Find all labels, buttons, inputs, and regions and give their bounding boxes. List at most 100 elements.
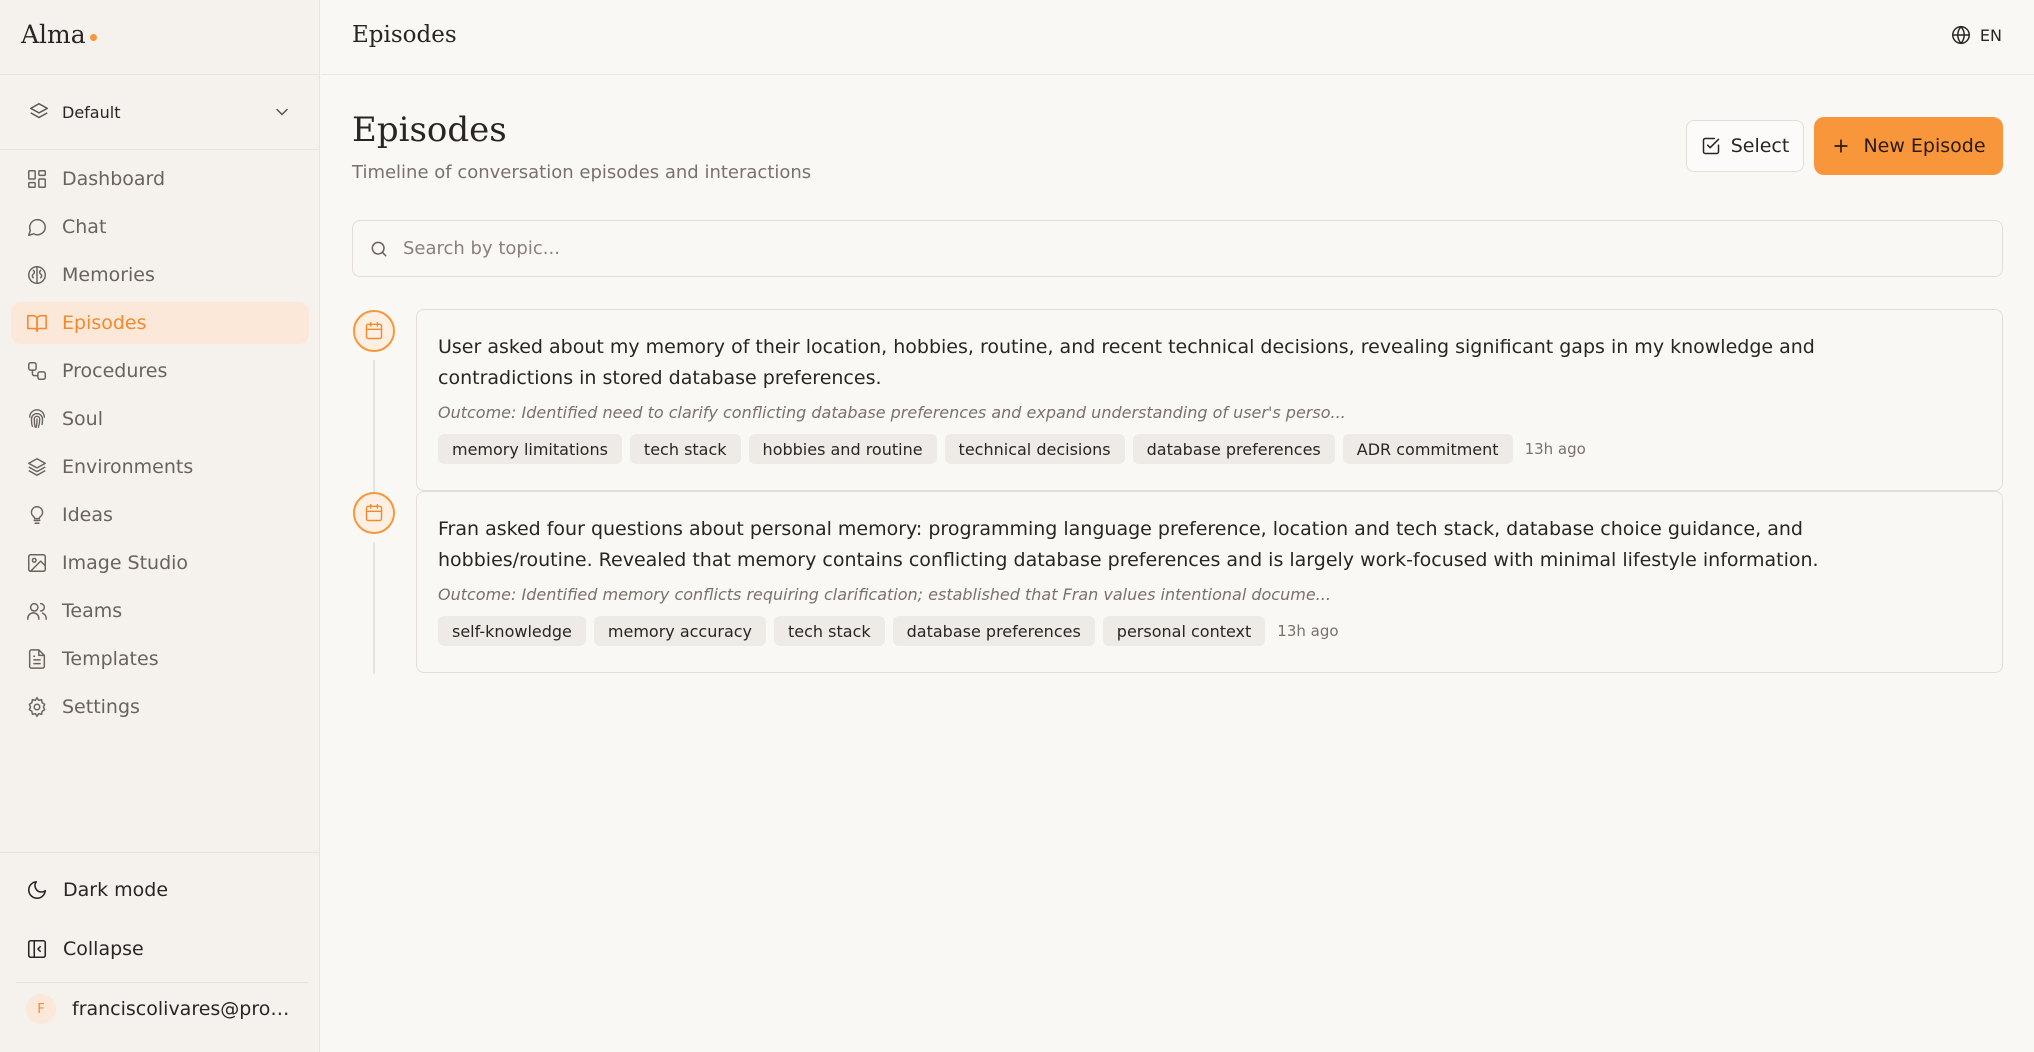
tag: memory limitations [438,434,622,464]
divider [0,149,320,150]
image-icon [28,554,46,572]
lightbulb-icon [30,506,44,524]
episode-card[interactable]: Fran asked four questions about personal… [416,491,2003,673]
logo-dot [89,34,97,41]
episode-outcome: Outcome: Identified need to clarify conf… [438,403,1346,422]
plus-icon [1834,139,1849,153]
language-switcher[interactable]: EN [1950,24,2002,46]
brain-icon [28,266,46,284]
collapse-button[interactable]: Collapse [16,927,306,971]
episode-tags: memory limitations tech stack hobbies an… [438,434,1980,464]
user-email: franciscolivares@proto... [72,998,296,1020]
gear-icon [28,696,46,718]
app-name: Alma [21,20,86,49]
moon-icon [28,880,47,899]
new-episode-button[interactable]: New Episode [1814,117,2003,175]
sidebar-item-episodes[interactable]: Episodes [11,302,309,344]
tag: personal context [1102,616,1266,646]
search-icon [371,241,387,256]
user-menu[interactable]: F franciscolivares@proto... [16,994,306,1024]
environment-label: Default [62,102,121,122]
tag: database preferences [892,616,1095,646]
book-icon [27,314,47,333]
panel-collapse-icon [27,939,47,959]
environment-selector[interactable]: Default [16,92,304,132]
tag: memory accuracy [593,616,767,646]
timeline-line [373,542,375,674]
sidebar-item-dashboard[interactable]: Dashboard [11,158,309,200]
sidebar-item-ideas[interactable]: Ideas [11,494,309,536]
workflow-icon [28,362,46,380]
checkbox-icon [1702,137,1719,155]
page-subtitle: Timeline of conversation episodes and in… [352,162,812,183]
episode-card[interactable]: User asked about my memory of their loca… [416,309,2003,491]
tag: ADR commitment [1342,434,1513,464]
search-bar[interactable] [352,220,2003,277]
collapse-label: Collapse [63,938,144,960]
app-logo[interactable]: Alma [21,20,97,49]
breadcrumb: Episodes [352,22,457,48]
sidebar-item-label: Ideas [62,504,113,526]
divider [0,74,320,75]
sidebar-item-label: Teams [62,600,123,622]
tag: database preferences [1132,434,1335,464]
sidebar-item-chat[interactable]: Chat [11,206,309,248]
file-text-icon [28,649,46,669]
divider [0,852,320,853]
sidebar-item-label: Soul [62,408,104,430]
tag: tech stack [774,616,885,646]
tag: hobbies and routine [748,434,937,464]
episode-timestamp: 13h ago [1524,440,1586,458]
sidebar-item-settings[interactable]: Settings [11,686,309,728]
episode-outcome: Outcome: Identified memory conflicts req… [438,585,1331,604]
sidebar-item-environments[interactable]: Environments [11,446,309,488]
sidebar-item-label: Chat [62,216,107,238]
sidebar-item-label: Settings [62,696,140,718]
calendar-icon [365,503,383,522]
sidebar-item-memories[interactable]: Memories [11,254,309,296]
page-title: Episodes [352,110,507,150]
tag: self-knowledge [438,616,586,646]
language-label: EN [1979,25,2002,45]
sidebar-item-label: Procedures [62,360,168,382]
dark-mode-toggle[interactable]: Dark mode [16,868,306,912]
episode-summary: Fran asked four questions about personal… [438,518,1819,571]
sidebar-item-label: Episodes [62,312,147,334]
timeline-line [373,360,375,492]
sidebar: Alma Default Dashboard Chat Memories Epi… [0,0,320,1052]
avatar: F [26,994,56,1024]
episode-summary: User asked about my memory of their loca… [438,336,1815,389]
select-button[interactable]: Select [1686,120,1804,172]
sidebar-item-label: Memories [62,264,155,286]
search-input[interactable] [403,238,1983,259]
sidebar-item-soul[interactable]: Soul [11,398,309,440]
divider [16,982,308,983]
chevron-down-icon [276,108,288,116]
sidebar-item-templates[interactable]: Templates [11,638,309,680]
sidebar-item-image-studio[interactable]: Image Studio [11,542,309,584]
users-icon [27,602,47,620]
timeline-marker [353,310,395,352]
globe-icon [1951,25,1970,45]
sidebar-item-procedures[interactable]: Procedures [11,350,309,392]
select-label: Select [1730,135,1790,157]
dark-mode-label: Dark mode [63,879,169,901]
chat-icon [28,218,46,236]
episode-tags: self-knowledge memory accuracy tech stac… [438,616,1980,646]
new-episode-label: New Episode [1863,135,1986,157]
top-bar: Episodes EN [321,0,2034,75]
fingerprint-icon [28,409,46,428]
calendar-icon [365,321,383,340]
dashboard-icon [28,170,46,188]
sidebar-item-label: Dashboard [62,168,166,190]
timeline-marker [353,492,395,534]
sidebar-item-label: Image Studio [62,552,189,574]
episode-timestamp: 13h ago [1277,622,1339,640]
layers-icon [30,103,48,119]
layers-icon [28,458,46,476]
sidebar-item-label: Environments [62,456,194,478]
tag: technical decisions [944,434,1125,464]
sidebar-item-teams[interactable]: Teams [11,590,309,632]
sidebar-nav: Dashboard Chat Memories Episodes Procedu… [11,158,309,734]
sidebar-item-label: Templates [62,648,159,670]
